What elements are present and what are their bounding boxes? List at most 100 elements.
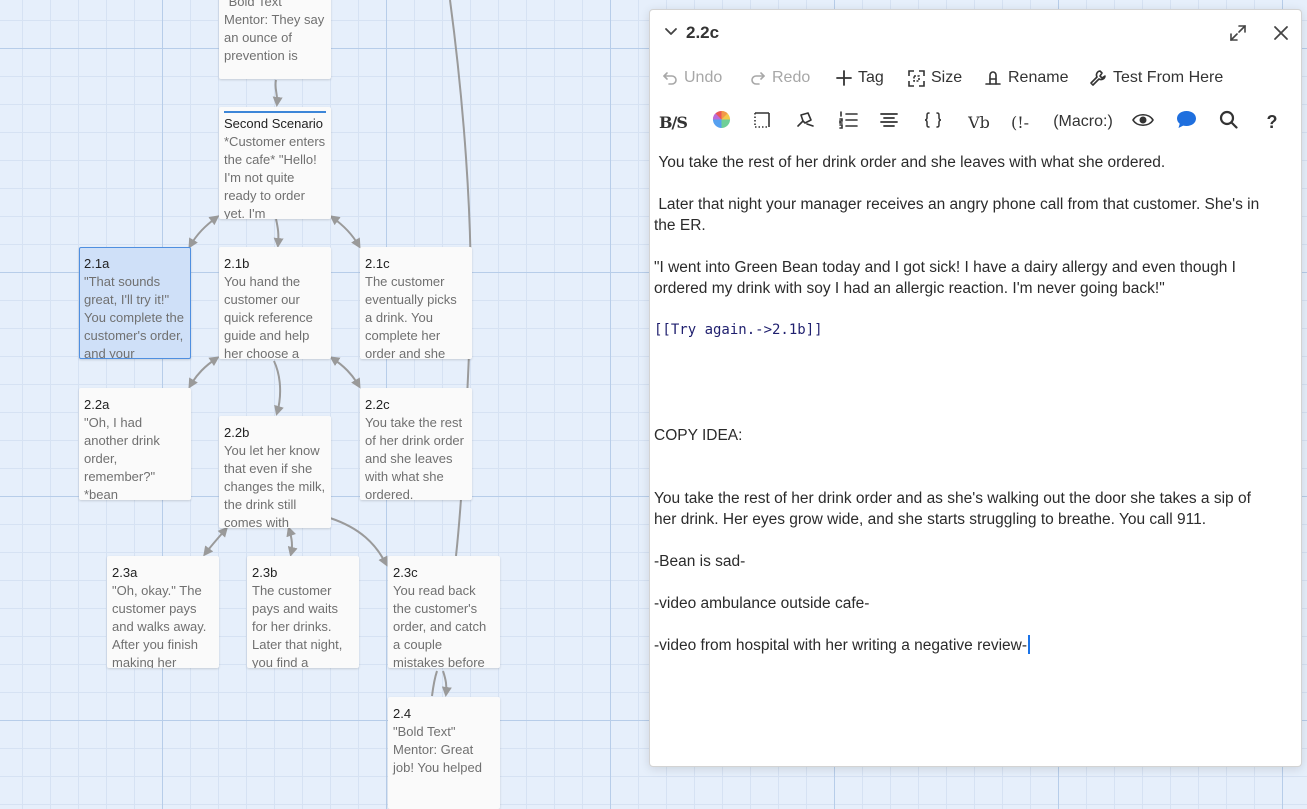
style-pen-button[interactable] bbox=[793, 108, 817, 136]
passage-excerpt: "That sounds great, I'll try it!" You co… bbox=[84, 274, 184, 359]
passage-title: 2.1a bbox=[84, 256, 110, 271]
color-button[interactable] bbox=[710, 108, 732, 136]
numbered-list-icon bbox=[838, 110, 858, 134]
help-icon: ? bbox=[1266, 111, 1278, 132]
passage-title: Second Scenario bbox=[224, 116, 324, 131]
passage-toolbar: Undo Redo Tag Size Rename Test From Here bbox=[650, 64, 1301, 94]
border-button[interactable] bbox=[751, 108, 773, 136]
editor-line: her drink. Her eyes grow wide, and she s… bbox=[654, 511, 1206, 528]
redo-label: Redo bbox=[772, 69, 811, 86]
passage-excerpt: "Bold Text" Mentor: Great job! You helpe… bbox=[393, 724, 482, 775]
close-icon[interactable] bbox=[1271, 23, 1291, 43]
passage-card-selected[interactable]: 2.1a "That sounds great, I'll try it!" Y… bbox=[79, 247, 191, 359]
comment-bubble-icon bbox=[1176, 110, 1197, 134]
editor-line: ordered my drink with soy I had an aller… bbox=[654, 280, 1165, 297]
comment-button[interactable] bbox=[1174, 108, 1198, 136]
undo-label: Undo bbox=[684, 69, 723, 86]
passage-card[interactable]: 2.3a "Oh, okay." The customer pays and w… bbox=[107, 556, 219, 668]
passage-card[interactable]: 2.3c You read back the customer's order,… bbox=[388, 556, 500, 668]
comment-markup-button[interactable]: (!- bbox=[1007, 108, 1033, 136]
chevron-down-icon[interactable] bbox=[662, 23, 680, 41]
align-button[interactable] bbox=[878, 108, 900, 136]
format-toolbar: B/S Vb (!- (Macro:) ? bbox=[650, 108, 1301, 138]
text-cursor bbox=[1028, 635, 1031, 654]
plus-icon bbox=[836, 70, 852, 86]
passage-card[interactable]: 2 "Bold Text" Mentor: They say an ounce … bbox=[219, 0, 331, 79]
braces-icon bbox=[924, 111, 942, 133]
preview-button[interactable] bbox=[1131, 108, 1155, 136]
wrench-icon bbox=[1089, 69, 1107, 87]
redo-button[interactable]: Redo bbox=[750, 64, 810, 92]
passage-title: 2.3a bbox=[112, 565, 138, 580]
passage-excerpt: *Customer enters the cafe* "Hello! I'm n… bbox=[224, 134, 326, 219]
passage-card[interactable]: 2.1b You hand the customer our quick ref… bbox=[219, 247, 331, 359]
passage-title: 2.2c bbox=[365, 397, 390, 412]
editor-line: Later that night your manager receives a… bbox=[654, 196, 1260, 213]
macro-label: (Macro:) bbox=[1053, 113, 1113, 130]
tag-label: Tag bbox=[858, 69, 884, 86]
help-button[interactable]: ? bbox=[1262, 108, 1282, 136]
passage-card[interactable]: 2.3b The customer pays and waits for her… bbox=[247, 556, 359, 668]
macro-button[interactable]: (Macro:) bbox=[1050, 108, 1116, 136]
passage-card[interactable]: 2.1c The customer eventually picks a dri… bbox=[360, 247, 472, 359]
passage-excerpt: You let her know that even if she change… bbox=[224, 443, 326, 528]
passage-title: 2.2a bbox=[84, 397, 110, 412]
dialog-title: 2.2c bbox=[686, 23, 720, 42]
comment-markup-label: (!- bbox=[1010, 112, 1030, 132]
border-icon bbox=[753, 111, 771, 134]
passage-card[interactable]: 2.2c You take the rest of her drink orde… bbox=[360, 388, 472, 500]
add-tag-button[interactable]: Tag bbox=[836, 64, 884, 92]
find-button[interactable] bbox=[1217, 108, 1239, 136]
passage-card[interactable]: 2.2b You let her know that even if she c… bbox=[219, 416, 331, 528]
rename-label: Rename bbox=[1008, 69, 1069, 86]
bold-strike-label: B/S bbox=[659, 112, 688, 132]
editor-line-text: -video from hospital with her writing a … bbox=[654, 637, 1028, 654]
editor-line: You take the rest of her drink order and… bbox=[654, 154, 1166, 171]
editor-last-line: -video from hospital with her writing a … bbox=[654, 635, 1286, 656]
passage-card-start[interactable]: Second Scenario *Customer enters the caf… bbox=[219, 107, 331, 219]
editor-link-line: [[Try again.->2.1b]] bbox=[654, 322, 823, 338]
link-line bbox=[273, 360, 284, 416]
size-button[interactable]: Size bbox=[908, 64, 962, 92]
passage-excerpt: "Bold Text" Mentor: They say an ounce of… bbox=[224, 0, 325, 63]
editor-line: the ER. bbox=[654, 217, 706, 234]
list-button[interactable] bbox=[837, 108, 859, 136]
verbatim-button[interactable]: Vb bbox=[966, 108, 992, 136]
verbatim-label: Vb bbox=[968, 112, 990, 132]
passage-excerpt: The customer pays and waits for her drin… bbox=[252, 583, 343, 668]
link-line bbox=[441, 670, 452, 697]
passage-card[interactable]: 2.4 "Bold Text" Mentor: Great job! You h… bbox=[388, 697, 500, 809]
undo-icon bbox=[662, 70, 678, 86]
editor-line: -video ambulance outside cafe- bbox=[654, 595, 870, 612]
passage-card[interactable]: 2.2a "Oh, I had another drink order, rem… bbox=[79, 388, 191, 500]
passage-text-editor[interactable]: You take the rest of her drink order and… bbox=[654, 148, 1294, 760]
test-from-here-label: Test From Here bbox=[1113, 69, 1224, 86]
pen-icon bbox=[795, 111, 815, 134]
editor-line: You take the rest of her drink order and… bbox=[654, 490, 1251, 507]
dialog-header: 2.2c bbox=[650, 10, 1301, 56]
undo-button[interactable]: Undo bbox=[662, 64, 722, 92]
passage-edit-dialog: 2.2c Undo Redo Tag Size Rename Test From… bbox=[649, 9, 1302, 767]
link-line bbox=[272, 79, 283, 107]
test-from-here-button[interactable]: Test From Here bbox=[1089, 64, 1223, 92]
maximize-icon[interactable] bbox=[1228, 23, 1248, 43]
editor-line: COPY IDEA: bbox=[654, 427, 743, 444]
size-icon bbox=[908, 69, 925, 87]
search-icon bbox=[1219, 110, 1238, 134]
editor-line: -Bean is sad- bbox=[654, 553, 746, 570]
bold-strike-button[interactable]: B/S bbox=[659, 108, 688, 136]
passage-title: 2.4 bbox=[393, 706, 412, 721]
passage-title: 2.2b bbox=[224, 425, 250, 440]
rename-button[interactable]: Rename bbox=[984, 64, 1068, 92]
passage-excerpt: "Oh, okay." The customer pays and walks … bbox=[112, 583, 207, 668]
link-line bbox=[273, 218, 284, 248]
link-line bbox=[329, 215, 361, 249]
size-label: Size bbox=[931, 69, 963, 86]
link-line bbox=[188, 215, 220, 249]
passage-title: 2.3b bbox=[252, 565, 278, 580]
align-center-icon bbox=[880, 112, 898, 133]
color-wheel-icon bbox=[712, 110, 731, 134]
editor-line: "I went into Green Bean today and I got … bbox=[654, 259, 1236, 276]
collapse-whitespace-button[interactable] bbox=[922, 108, 944, 136]
link-line bbox=[286, 526, 298, 557]
